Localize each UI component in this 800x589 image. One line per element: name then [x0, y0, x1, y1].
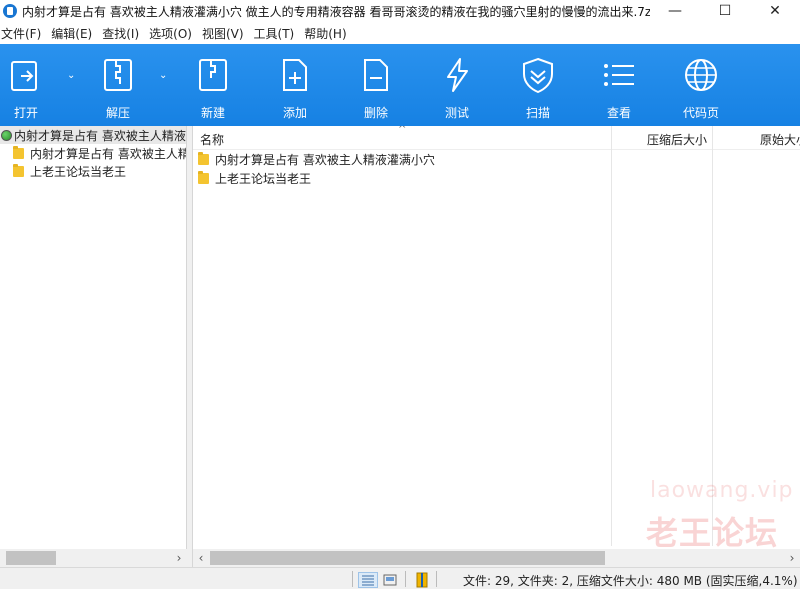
tree-item[interactable]: 上老王论坛当老王 [0, 162, 186, 180]
lightning-icon [447, 58, 468, 92]
extract-dropdown-icon[interactable]: ⌄ [159, 70, 167, 81]
open-dropdown-icon[interactable]: ⌄ [67, 70, 75, 81]
list-icon [604, 64, 634, 86]
window-title: 内射才算是占有 喜欢被主人精液灌满小穴 做主人的专用精液容器 看哥哥滚烫的精液在… [22, 4, 650, 19]
scroll-right-icon[interactable]: › [784, 551, 800, 565]
archive-status-button[interactable] [412, 572, 432, 588]
delete-icon [364, 59, 388, 91]
maximize-button[interactable]: ☐ [700, 0, 750, 22]
details-view-icon [362, 575, 374, 586]
extract-label: 解压 [105, 106, 130, 120]
open-icon [11, 61, 37, 91]
folder-icon [13, 145, 24, 159]
archive-book-icon [416, 572, 428, 588]
tree-item[interactable]: 内射才算是占有 喜欢被主人精液灌满小穴 [0, 144, 186, 162]
column-compressed-size[interactable]: 压缩后大小 [647, 131, 707, 148]
new-button[interactable]: 新建 [178, 44, 248, 126]
scroll-right-icon[interactable]: › [171, 551, 187, 565]
file-row[interactable]: 上老王论坛当老王 [193, 169, 800, 188]
tree-root[interactable]: 内射才算是占有 喜欢被主人精液灌满小穴 [0, 126, 186, 144]
watermark-url: laowang.vip [650, 478, 794, 503]
scroll-track[interactable] [6, 549, 171, 567]
column-divider [611, 126, 612, 546]
minimize-button[interactable]: — [650, 0, 700, 22]
folder-icon [13, 163, 24, 177]
toolbar: 打开 ⌄ 解压 ⌄ 新建 添加 删除 测试 扫描 查看 代码页 [0, 44, 800, 126]
thumbnail-view-icon [383, 574, 397, 586]
add-button[interactable]: 添加 [260, 44, 330, 126]
column-original-size[interactable]: 原始大小 [760, 131, 800, 148]
delete-button[interactable]: 删除 [341, 44, 411, 126]
column-name[interactable]: 名称 [200, 131, 224, 148]
archive-icon [1, 129, 12, 141]
open-button[interactable]: 打开 [0, 44, 61, 126]
close-button[interactable]: ✕ [750, 0, 800, 22]
test-label: 测试 [444, 106, 469, 120]
codepage-label: 代码页 [682, 106, 719, 120]
status-bar: 文件: 29, 文件夹: 2, 压缩文件大小: 480 MB (固实压缩,4.1… [0, 567, 800, 589]
add-label: 添加 [282, 106, 307, 120]
extract-icon [104, 59, 132, 91]
menu-help[interactable]: 帮助(H) [301, 25, 349, 42]
extract-button[interactable]: 解压 [83, 44, 153, 126]
menu-view[interactable]: 视图(V) [199, 25, 247, 42]
status-text: 文件: 29, 文件夹: 2, 压缩文件大小: 480 MB (固实压缩,4.1… [463, 574, 798, 588]
folder-icon [198, 171, 209, 184]
tree-item-label: 上老王论坛当老王 [30, 164, 127, 179]
new-archive-icon [199, 59, 227, 91]
scroll-thumb[interactable] [210, 551, 605, 565]
test-button[interactable]: 测试 [422, 44, 492, 126]
menu-tools[interactable]: 工具(T) [251, 25, 298, 42]
status-separator [405, 571, 406, 587]
shield-icon [523, 57, 553, 94]
scroll-thumb[interactable] [6, 551, 56, 565]
tree-root-label: 内射才算是占有 喜欢被主人精液灌满小穴 [14, 128, 186, 143]
left-horizontal-scrollbar[interactable]: ‹ › [0, 549, 187, 567]
sort-arrow-icon: ^ [398, 126, 407, 135]
app-icon[interactable] [3, 4, 17, 18]
open-label: 打开 [13, 106, 38, 120]
add-icon [283, 59, 307, 91]
status-separator [352, 571, 353, 587]
tree-item-label: 内射才算是占有 喜欢被主人精液灌满小穴 [30, 146, 186, 161]
file-name: 上老王论坛当老王 [215, 172, 312, 186]
scan-button[interactable]: 扫描 [503, 44, 573, 126]
globe-icon [685, 59, 717, 91]
file-row[interactable]: 内射才算是占有 喜欢被主人精液灌满小穴 [193, 150, 800, 169]
new-label: 新建 [200, 106, 225, 120]
file-name: 内射才算是占有 喜欢被主人精液灌满小穴 [215, 153, 435, 167]
watermark-text: 老王论坛 [646, 514, 779, 552]
codepage-button[interactable]: 代码页 [666, 44, 736, 126]
thumbnail-view-button[interactable] [380, 572, 400, 588]
file-list: 内射才算是占有 喜欢被主人精液灌满小穴 上老王论坛当老王 [193, 150, 800, 188]
menu-edit[interactable]: 编辑(E) [48, 25, 95, 42]
details-view-button[interactable] [358, 572, 378, 588]
folder-icon [198, 152, 209, 165]
menu-file[interactable]: 文件(F) [0, 25, 44, 42]
scan-label: 扫描 [525, 106, 550, 120]
view-label: 查看 [606, 106, 631, 120]
menu-options[interactable]: 选项(O) [146, 25, 195, 42]
menu-bar: 文件(F) 编辑(E) 查找(I) 选项(O) 视图(V) 工具(T) 帮助(H… [0, 22, 800, 44]
delete-label: 删除 [363, 106, 388, 120]
view-button[interactable]: 查看 [584, 44, 654, 126]
folder-tree[interactable]: 内射才算是占有 喜欢被主人精液灌满小穴 内射才算是占有 喜欢被主人精液灌满小穴 … [0, 126, 187, 567]
scroll-left-icon[interactable]: ‹ [193, 551, 209, 565]
status-separator [436, 571, 437, 587]
menu-find[interactable]: 查找(I) [99, 25, 142, 42]
column-header-row: 名称 ^ 压缩后大小 原始大小 [193, 126, 800, 150]
title-bar: 内射才算是占有 喜欢被主人精液灌满小穴 做主人的专用精液容器 看哥哥滚烫的精液在… [0, 0, 800, 22]
